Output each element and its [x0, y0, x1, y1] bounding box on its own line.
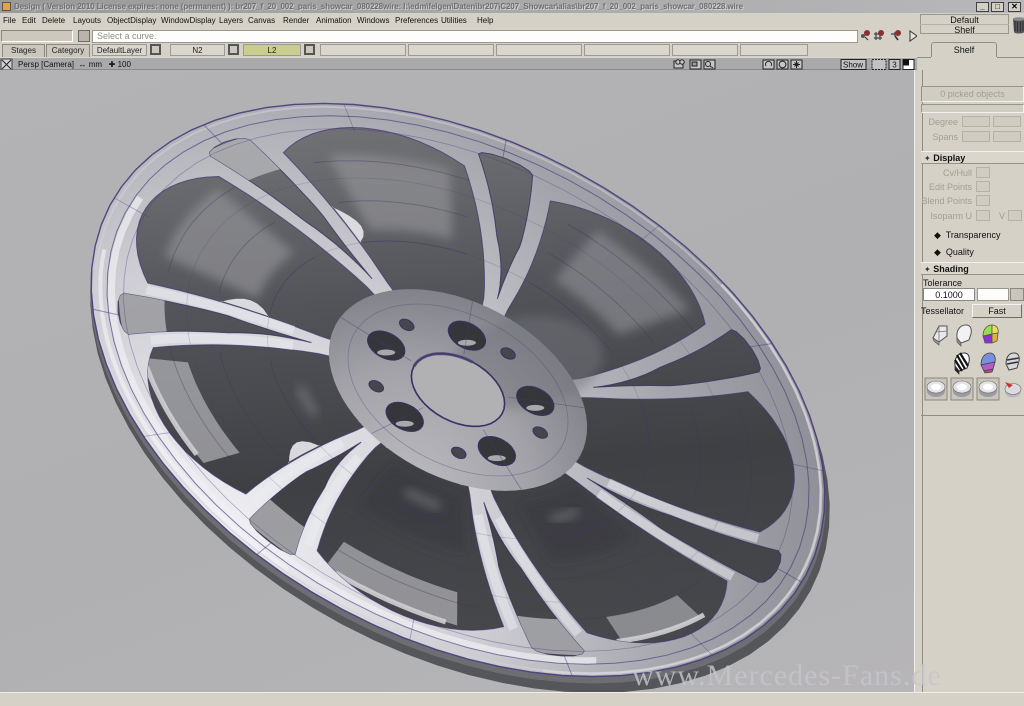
svg-text:3: 3: [892, 61, 897, 70]
svg-text:Show: Show: [843, 61, 863, 70]
